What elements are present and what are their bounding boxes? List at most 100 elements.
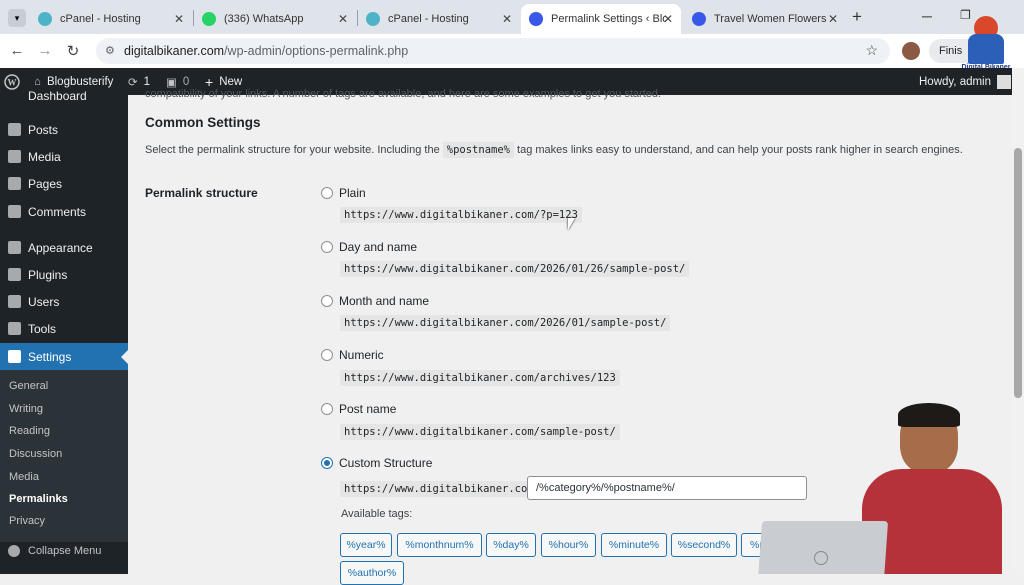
extension-avatar-icon[interactable] — [902, 42, 920, 60]
comment-icon: ▣ — [166, 76, 177, 89]
my-account-link[interactable]: Howdy, admin — [919, 68, 1012, 95]
page-scrollbar-thumb[interactable] — [1014, 148, 1022, 398]
new-label: New — [219, 75, 243, 88]
collapse-menu-button[interactable]: Collapse Menu — [8, 545, 101, 557]
sidebar-item-label: Appearance — [28, 240, 93, 255]
reload-icon[interactable]: ↻ — [64, 42, 82, 60]
submenu-general[interactable]: General — [9, 380, 48, 392]
submenu-discussion[interactable]: Discussion — [9, 448, 62, 460]
browser-tab-permalink-settings[interactable]: Permalink Settings ‹ Blog ✕ — [521, 4, 681, 34]
forward-arrow-icon[interactable]: → — [36, 42, 54, 59]
tab-close-icon[interactable]: ✕ — [174, 12, 184, 26]
svg-text:W: W — [8, 77, 17, 87]
section-description: Select the permalink structure for your … — [145, 142, 963, 158]
tab-close-icon[interactable]: ✕ — [828, 12, 838, 26]
settings-submenu: General Writing Reading Discussion Media… — [0, 370, 128, 542]
tab-title: (336) WhatsApp — [224, 13, 304, 25]
sidebar-item-tools[interactable]: Tools — [0, 315, 128, 342]
site-info-icon[interactable]: ⚙ — [105, 44, 115, 57]
option-label-custom-structure[interactable]: Custom Structure — [339, 456, 432, 470]
tag-button-hour[interactable]: %hour% — [541, 533, 596, 557]
tag-button-minute[interactable]: %minute% — [601, 533, 667, 557]
radio-plain[interactable] — [321, 187, 333, 199]
back-arrow-icon[interactable]: ← — [8, 42, 26, 59]
sidebar-item-plugins[interactable]: Plugins — [0, 261, 128, 288]
home-icon: ⌂ — [34, 75, 41, 88]
brush-icon — [8, 241, 21, 254]
new-tab-button[interactable]: + — [852, 7, 862, 27]
sidebar-item-appearance[interactable]: Appearance — [0, 234, 128, 261]
postname-code: %postname% — [442, 142, 514, 158]
howdy-text: Howdy, admin — [919, 75, 992, 88]
radio-numeric[interactable] — [321, 349, 333, 361]
radio-day-and-name[interactable] — [321, 241, 333, 253]
browser-tab-cpanel-2[interactable]: cPanel - Hosting ✕ — [358, 4, 520, 34]
sidebar-item-comments[interactable]: Comments — [0, 198, 128, 225]
wordpress-logo-icon[interactable]: W — [4, 68, 24, 95]
sidebar-item-label: Posts — [28, 122, 59, 137]
tag-button-day[interactable]: %day% — [486, 533, 536, 557]
submenu-media[interactable]: Media — [9, 471, 39, 483]
comment-icon — [8, 205, 21, 218]
option-label-day-and-name[interactable]: Day and name — [339, 240, 417, 254]
tag-button-second[interactable]: %second% — [671, 533, 737, 557]
browser-tab-whatsapp[interactable]: (336) WhatsApp ✕ — [194, 4, 356, 34]
browser-tab-travel-women[interactable]: Travel Women Flowers W ✕ — [684, 4, 846, 34]
tag-button-author[interactable]: %author% — [340, 561, 404, 585]
settings-icon — [8, 350, 21, 363]
tab-close-icon[interactable]: ✕ — [502, 12, 512, 26]
submenu-writing[interactable]: Writing — [9, 403, 43, 415]
sidebar-item-media[interactable]: Media — [0, 143, 128, 170]
intro-text: compatibility of your links. A number of… — [145, 88, 662, 100]
wrench-icon — [8, 322, 21, 335]
cpanel-icon — [38, 12, 52, 26]
sidebar-item-settings[interactable]: Settings — [0, 343, 128, 370]
tag-button-monthnum[interactable]: %monthnum% — [397, 533, 482, 557]
option-label-post-name[interactable]: Post name — [339, 402, 396, 416]
sidebar-item-dashboard[interactable]: Dashboard — [28, 89, 87, 103]
tab-title: cPanel - Hosting — [388, 13, 469, 25]
tag-button-year[interactable]: %year% — [340, 533, 392, 557]
submenu-reading[interactable]: Reading — [9, 425, 50, 437]
address-bar[interactable]: ⚙ digitalbikaner.com/wp-admin/options-pe… — [96, 38, 890, 64]
radio-post-name[interactable] — [321, 403, 333, 415]
option-label-numeric[interactable]: Numeric — [339, 348, 384, 362]
sidebar-item-label: Plugins — [28, 267, 68, 282]
wordpress-icon — [529, 12, 543, 26]
tab-title: Travel Women Flowers W — [714, 13, 829, 25]
media-icon — [8, 150, 21, 163]
tab-close-icon[interactable]: ✕ — [338, 12, 348, 26]
sidebar-item-label: Settings — [28, 349, 72, 364]
laptop — [757, 521, 889, 574]
url-path: /wp-admin/options-permalink.php — [224, 44, 409, 58]
profile-button-label: Finis — [939, 45, 963, 57]
presenter-webcam-overlay — [750, 403, 1012, 574]
url-host: digitalbikaner.com — [124, 44, 225, 58]
comments-count: 0 — [182, 75, 190, 88]
example-url-plain: https://www.digitalbikaner.com/?p=123 — [340, 207, 582, 223]
radio-month-and-name[interactable] — [321, 295, 333, 307]
tab-list-dropdown[interactable]: ▾ — [8, 9, 26, 27]
submenu-privacy[interactable]: Privacy — [9, 515, 45, 527]
example-url-post-name: https://www.digitalbikaner.com/sample-po… — [340, 424, 620, 440]
pin-icon — [8, 123, 21, 136]
sidebar-item-posts[interactable]: Posts — [0, 116, 128, 143]
active-arrow-icon — [121, 350, 128, 364]
refresh-icon: ⟳ — [128, 76, 138, 89]
submenu-permalinks[interactable]: Permalinks — [9, 493, 68, 505]
plugin-icon — [8, 268, 21, 281]
site-name: Blogbusterify — [46, 75, 114, 88]
option-label-plain[interactable]: Plain — [339, 186, 366, 200]
available-tags-label: Available tags: — [341, 508, 413, 520]
browser-tab-cpanel-1[interactable]: cPanel - Hosting ✕ — [30, 4, 192, 34]
sidebar-item-label: Dashboard — [28, 89, 87, 103]
radio-custom-structure[interactable] — [321, 457, 333, 469]
tab-close-icon[interactable]: ✕ — [663, 12, 673, 26]
bookmark-star-icon[interactable]: ☆ — [865, 42, 878, 59]
section-heading: Common Settings — [145, 115, 261, 130]
option-label-month-and-name[interactable]: Month and name — [339, 294, 429, 308]
sidebar-item-users[interactable]: Users — [0, 288, 128, 315]
example-url-numeric: https://www.digitalbikaner.com/archives/… — [340, 370, 620, 386]
sidebar-item-pages[interactable]: Pages — [0, 170, 128, 197]
minimize-window-button[interactable]: ─ — [922, 8, 932, 24]
